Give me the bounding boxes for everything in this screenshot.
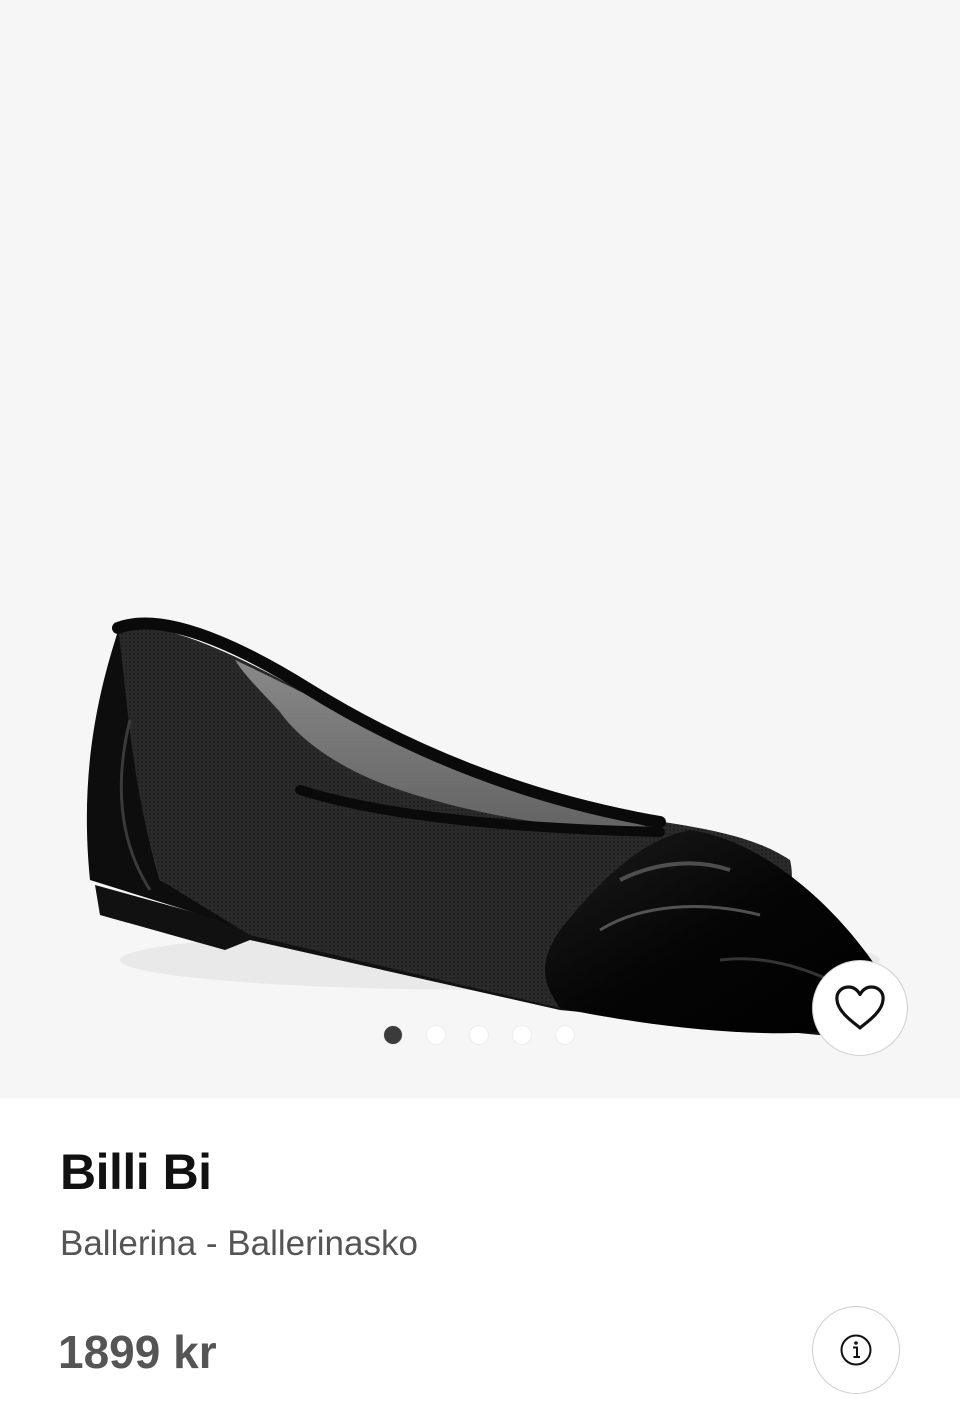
product-name: Ballerina - Ballerinasko [60,1224,418,1263]
gallery-dot-3[interactable] [470,1026,488,1044]
brand-name[interactable]: Billi Bi [60,1142,212,1202]
gallery-dot-2[interactable] [427,1026,445,1044]
product-price: 1899 kr [58,1326,217,1378]
product-image-ballerina-shoe[interactable] [0,0,960,1098]
gallery-dot-1[interactable] [384,1026,402,1044]
gallery-dot-4[interactable] [513,1026,531,1044]
add-to-wishlist-button[interactable] [812,960,908,1056]
heart-icon [835,985,885,1030]
product-info: Billi Bi Ballerina - Ballerinasko 1899 k… [0,1098,960,1404]
info-icon [840,1334,872,1366]
price-info-button[interactable] [812,1306,900,1394]
gallery-pagination[interactable] [384,1026,574,1044]
product-image-gallery[interactable] [0,0,960,1098]
gallery-dot-5[interactable] [556,1026,574,1044]
